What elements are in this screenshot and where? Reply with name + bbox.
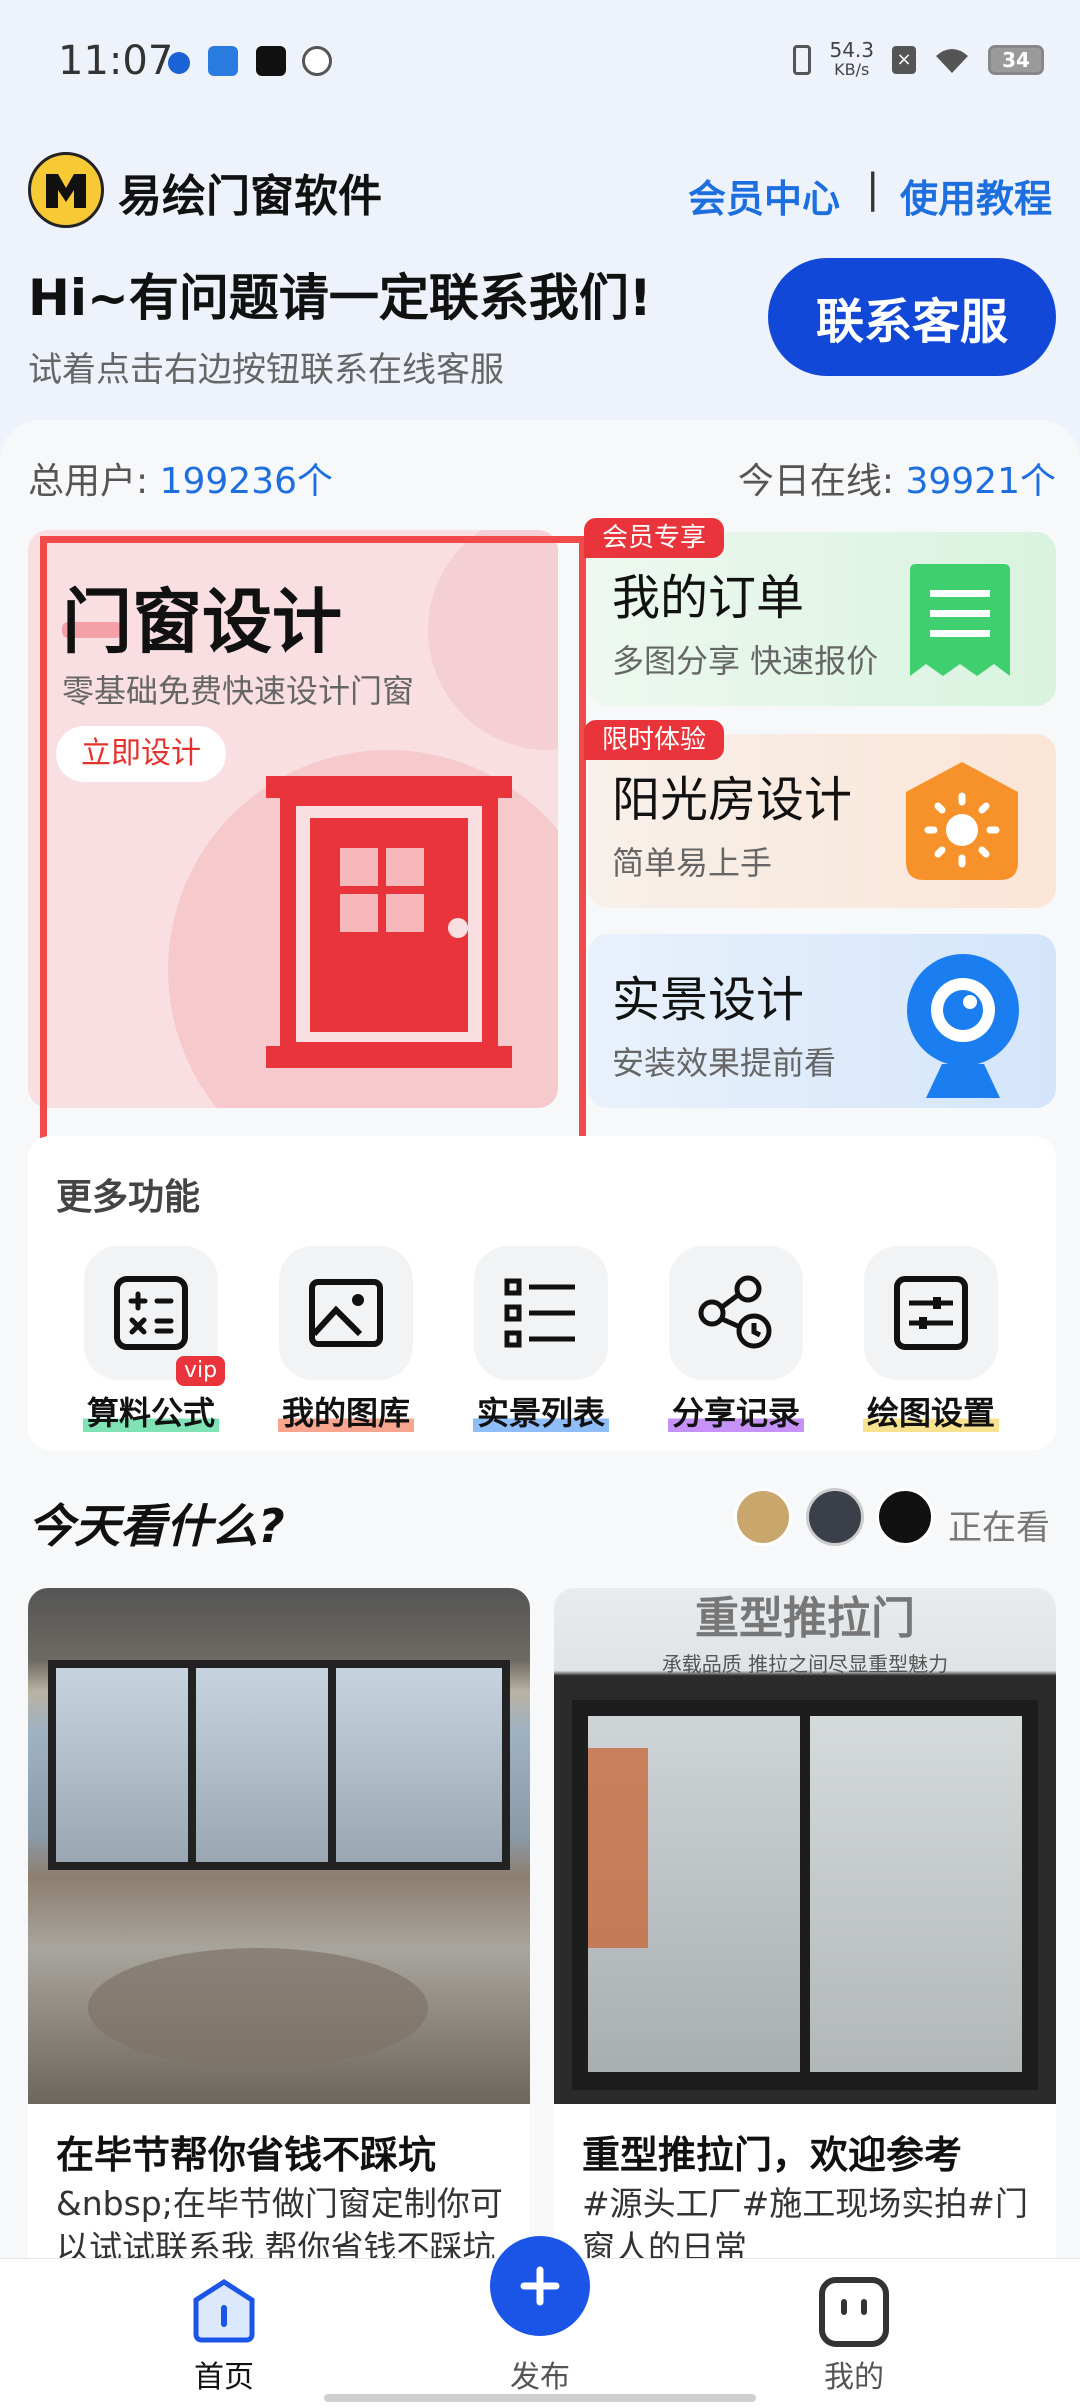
link-notification-icon (302, 46, 332, 76)
total-users: 总用户: 199236个 (28, 461, 334, 502)
share-icon (698, 1275, 772, 1349)
no-sim-icon: × (892, 46, 916, 74)
member-exclusive-tag: 会员专享 (584, 518, 725, 558)
avatar[interactable] (734, 1488, 792, 1546)
orders-title: 我的订单 (612, 570, 805, 626)
online-users: 今日在线: 39921个 (737, 461, 1056, 502)
tab-home[interactable] (190, 2276, 258, 2348)
feed-title: 在毕节帮你省钱不踩坑 (56, 2133, 437, 2177)
greeting-subtitle: 试着点击右边按钮联系在线客服 (28, 350, 504, 390)
status-time: 11:07 (58, 38, 174, 84)
feed-image: 重型推拉门 承载品质 推拉之间尽显重型魅力 (554, 1588, 1056, 2104)
formula-label: 算料公式 (61, 1388, 241, 1434)
orders-subtitle: 多图分享 快速报价 (612, 642, 879, 680)
cloud-notification-icon (208, 46, 238, 76)
publish-button[interactable] (490, 2236, 590, 2336)
feed-card[interactable]: 重型推拉门 承载品质 推拉之间尽显重型魅力 重型推拉门，欢迎参考 #源头工厂#施… (554, 1588, 1056, 2288)
sunroom-title: 阳光房设计 (612, 772, 853, 828)
sun-icon (906, 762, 1018, 880)
feed-card[interactable]: 在毕节帮你省钱不踩坑 &nbsp;在毕节做门窗定制你可以试试联系我 帮你省钱不踩… (28, 1588, 530, 2288)
feed-description: #源头工厂#施工现场实拍#门窗人的日常 (582, 2184, 1028, 2267)
vip-badge: vip (176, 1356, 226, 1386)
camera-icon (907, 954, 1019, 1098)
header-separator: | (866, 166, 880, 212)
receipt-icon (910, 564, 1010, 676)
avatar[interactable] (806, 1488, 864, 1546)
scene-list-label: 实景列表 (451, 1388, 631, 1434)
brand-logo (28, 152, 104, 228)
tab-mine[interactable] (818, 2276, 890, 2352)
my-gallery-button[interactable] (279, 1246, 413, 1380)
list-icon (504, 1278, 575, 1348)
image-caption: 承载品质 推拉之间尽显重型魅力 (661, 1652, 949, 1676)
tab-mine-label[interactable]: 我的 (774, 2352, 934, 2396)
sunroom-design-card[interactable]: 阳光房设计 简单易上手 (588, 734, 1056, 908)
sliders-icon (894, 1276, 968, 1350)
live-design-subtitle: 安装效果提前看 (612, 1044, 837, 1082)
drawing-settings-button[interactable] (864, 1246, 998, 1380)
image-icon (309, 1279, 383, 1347)
status-right: 54.3 KB/s × 34 (793, 40, 1044, 80)
live-design-card[interactable]: 实景设计 安装效果提前看 (588, 934, 1056, 1108)
net-speed: 54.3 KB/s (829, 38, 874, 79)
gallery-label: 我的图库 (256, 1388, 436, 1434)
more-functions-title: 更多功能 (56, 1177, 201, 1218)
selection-highlight (40, 536, 586, 1150)
tutorial-link[interactable]: 使用教程 (900, 168, 1052, 223)
feed-description: &nbsp;在毕节做门窗定制你可以试试联系我 帮你省钱不踩坑 (56, 2184, 503, 2267)
brand-name: 易绘门窗软件 (118, 171, 382, 222)
home-icon (193, 2279, 255, 2343)
share-records-button[interactable] (669, 1246, 803, 1380)
vibrate-icon (793, 45, 812, 75)
feed-title: 重型推拉门，欢迎参考 (582, 2133, 963, 2177)
share-records-label: 分享记录 (646, 1388, 826, 1434)
limited-trial-tag: 限时体验 (584, 720, 725, 760)
battery-icon: 34 (988, 45, 1044, 75)
gesture-bar (324, 2394, 756, 2402)
tab-publish-label[interactable]: 发布 (460, 2352, 620, 2396)
contact-support-button[interactable]: 联系客服 (768, 258, 1056, 376)
drawing-settings-label: 绘图设置 (841, 1388, 1021, 1434)
watching-label: 正在看 (948, 1508, 1050, 1548)
calculator-icon (114, 1276, 188, 1350)
sunroom-subtitle: 简单易上手 (612, 844, 773, 882)
today-section-title: 今天看什么? (28, 1499, 285, 1553)
avatar[interactable] (876, 1488, 934, 1546)
image-heading: 重型推拉门 (695, 1593, 915, 1644)
live-design-title: 实景设计 (612, 972, 805, 1028)
member-center-link[interactable]: 会员中心 (688, 168, 840, 223)
app-notification-icon (168, 52, 190, 74)
feed-image (28, 1588, 530, 2104)
scene-list-button[interactable] (474, 1246, 608, 1380)
tiktok-icon (256, 46, 286, 76)
profile-icon (819, 2277, 889, 2347)
wifi-icon (936, 49, 968, 73)
my-orders-card[interactable]: 我的订单 多图分享 快速报价 (588, 532, 1056, 706)
tab-home-label[interactable]: 首页 (144, 2352, 304, 2396)
plus-icon (520, 2266, 560, 2306)
greeting-title: Hi~有问题请一定联系我们! (28, 269, 652, 327)
